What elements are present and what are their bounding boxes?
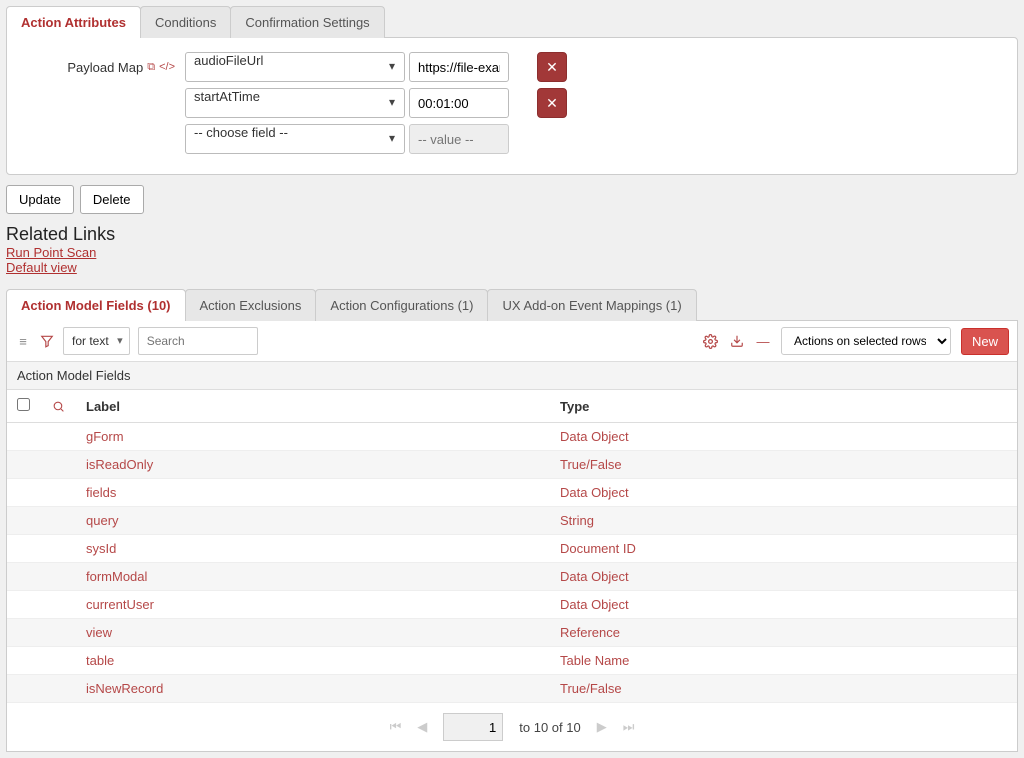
last-page-icon[interactable]: ⏭ [623, 719, 635, 735]
tab-confirmation-settings[interactable]: Confirmation Settings [230, 6, 384, 38]
first-page-icon[interactable]: ⏮ [390, 719, 402, 735]
update-button[interactable]: Update [6, 185, 74, 214]
code-icon[interactable]: </> [159, 61, 175, 73]
pagination: ⏮ ◀ to 10 of 10 ▶ ⏭ [7, 703, 1017, 751]
tab-action-attributes[interactable]: Action Attributes [6, 6, 141, 38]
run-point-scan-link[interactable]: Run Point Scan [6, 245, 96, 260]
table-row[interactable]: formModalData Object [7, 563, 1017, 591]
close-icon: ✕ [546, 95, 558, 112]
table-row[interactable]: sysIdDocument ID [7, 535, 1017, 563]
table-row[interactable]: fieldsData Object [7, 479, 1017, 507]
cell-type[interactable]: Data Object [550, 479, 1017, 507]
cell-label[interactable]: fields [76, 479, 550, 507]
page-range-text: to 10 of 10 [519, 720, 580, 735]
cell-label[interactable]: gForm [76, 423, 550, 451]
cell-label[interactable]: currentUser [76, 591, 550, 619]
cell-type[interactable]: True/False [550, 451, 1017, 479]
filter-type-select[interactable]: for text [63, 327, 130, 355]
cell-label[interactable]: view [76, 619, 550, 647]
column-header-label[interactable]: Label [76, 390, 550, 423]
cell-label[interactable]: isReadOnly [76, 451, 550, 479]
new-button[interactable]: New [961, 328, 1009, 355]
tab-action-configurations[interactable]: Action Configurations (1) [315, 289, 488, 321]
close-icon: ✕ [546, 59, 558, 76]
tab-action-exclusions[interactable]: Action Exclusions [185, 289, 317, 321]
cell-type[interactable]: String [550, 507, 1017, 535]
list-title: Action Model Fields [7, 362, 1017, 390]
menu-icon[interactable]: ≡ [15, 333, 31, 349]
next-page-icon[interactable]: ▶ [597, 719, 607, 735]
prev-page-icon[interactable]: ◀ [417, 719, 427, 735]
select-all-checkbox[interactable] [17, 398, 30, 411]
list-toolbar: ≡ for text — Actions on selected rows...… [7, 321, 1017, 362]
cell-type[interactable]: Data Object [550, 563, 1017, 591]
cell-label[interactable]: query [76, 507, 550, 535]
related-list-tabs: Action Model Fields (10) Action Exclusio… [6, 289, 1018, 321]
settings-icon[interactable] [703, 333, 719, 349]
related-links-title: Related Links [6, 224, 1018, 245]
collapse-icon[interactable]: — [755, 333, 771, 349]
attribute-tabs: Action Attributes Conditions Confirmatio… [6, 6, 1018, 38]
table-row[interactable]: tableTable Name [7, 647, 1017, 675]
tab-ux-event-mappings[interactable]: UX Add-on Event Mappings (1) [487, 289, 696, 321]
cell-label[interactable]: formModal [76, 563, 550, 591]
remove-row-button-0[interactable]: ✕ [537, 52, 567, 82]
cell-label[interactable]: sysId [76, 535, 550, 563]
payload-value-input-new[interactable] [409, 124, 509, 154]
form-action-bar: Update Delete [6, 185, 1018, 214]
payload-field-select-1[interactable]: startAtTime [185, 88, 405, 118]
cell-type[interactable]: Data Object [550, 591, 1017, 619]
column-header-type[interactable]: Type [550, 390, 1017, 423]
schema-icon[interactable]: ⧉ [147, 61, 155, 74]
action-attributes-panel: Payload Map ⧉ </> audioFileUrl ✕ startAt… [6, 37, 1018, 175]
table-row[interactable]: isNewRecordTrue/False [7, 675, 1017, 703]
table-row[interactable]: isReadOnlyTrue/False [7, 451, 1017, 479]
page-number-input[interactable] [443, 713, 503, 741]
model-fields-table: Label Type gFormData ObjectisReadOnlyTru… [7, 390, 1017, 703]
table-row[interactable]: queryString [7, 507, 1017, 535]
table-row[interactable]: currentUserData Object [7, 591, 1017, 619]
payload-field-select-new[interactable]: -- choose field -- [185, 124, 405, 154]
table-row[interactable]: viewReference [7, 619, 1017, 647]
tab-action-model-fields[interactable]: Action Model Fields (10) [6, 289, 186, 321]
download-icon[interactable] [729, 333, 745, 349]
table-row[interactable]: gFormData Object [7, 423, 1017, 451]
payload-value-input-1[interactable] [409, 88, 509, 118]
cell-label[interactable]: table [76, 647, 550, 675]
default-view-link[interactable]: Default view [6, 260, 77, 275]
payload-map-label: Payload Map ⧉ </> [25, 60, 185, 75]
search-input[interactable] [138, 327, 258, 355]
cell-type[interactable]: Data Object [550, 423, 1017, 451]
tab-conditions[interactable]: Conditions [140, 6, 231, 38]
payload-field-select-0[interactable]: audioFileUrl [185, 52, 405, 82]
actions-on-rows-select[interactable]: Actions on selected rows... [781, 327, 951, 355]
cell-label[interactable]: isNewRecord [76, 675, 550, 703]
cell-type[interactable]: True/False [550, 675, 1017, 703]
remove-row-button-1[interactable]: ✕ [537, 88, 567, 118]
cell-type[interactable]: Table Name [550, 647, 1017, 675]
filter-icon[interactable] [39, 333, 55, 349]
cell-type[interactable]: Reference [550, 619, 1017, 647]
delete-button[interactable]: Delete [80, 185, 144, 214]
payload-value-input-0[interactable] [409, 52, 509, 82]
related-list-area: ≡ for text — Actions on selected rows...… [6, 320, 1018, 752]
cell-type[interactable]: Document ID [550, 535, 1017, 563]
search-column-icon[interactable] [50, 398, 66, 414]
